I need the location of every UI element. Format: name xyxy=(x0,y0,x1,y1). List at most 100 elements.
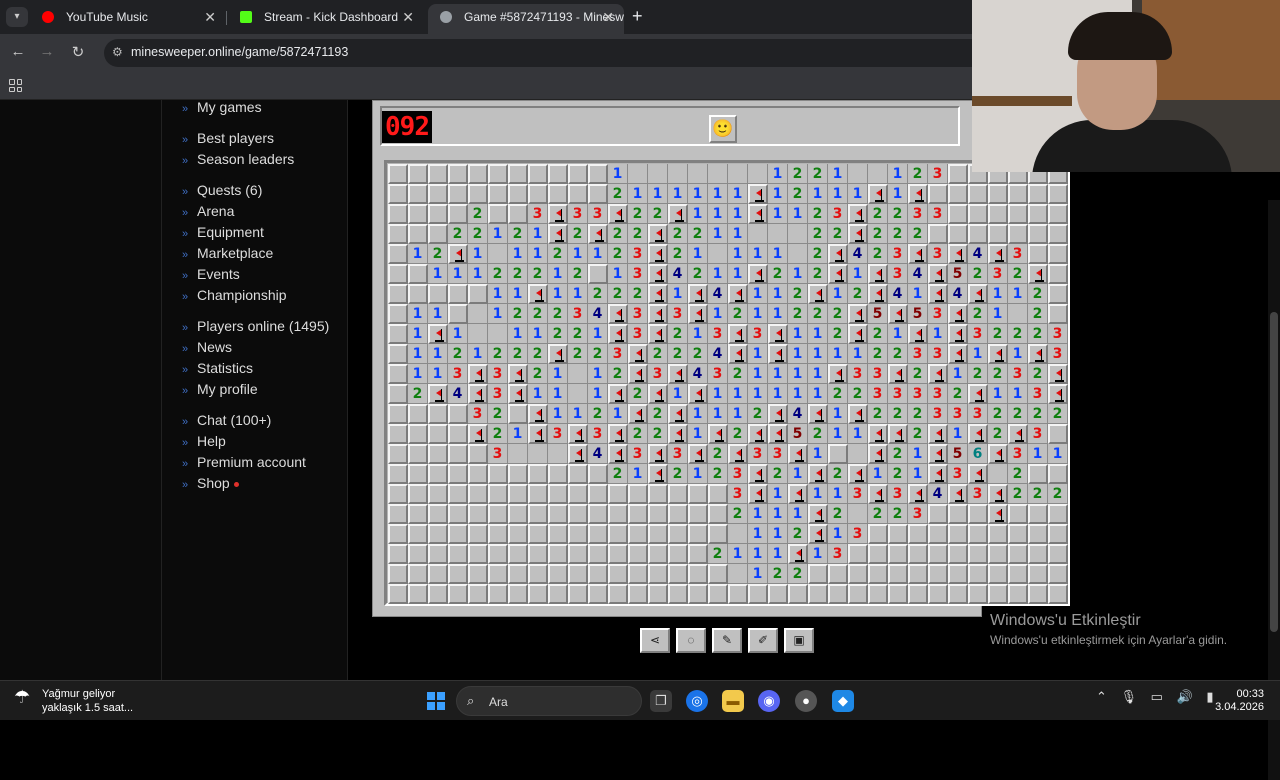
number-cell[interactable]: 1 xyxy=(728,244,748,264)
unopened-cell[interactable] xyxy=(388,364,408,384)
unopened-cell[interactable] xyxy=(668,584,688,604)
smiley-reset-button[interactable]: 🙂 xyxy=(709,115,737,143)
number-cell[interactable]: 1 xyxy=(788,384,808,404)
flagged-cell[interactable] xyxy=(728,324,748,344)
number-cell[interactable]: 1 xyxy=(1048,444,1068,464)
number-cell[interactable]: 1 xyxy=(528,324,548,344)
number-cell[interactable]: 1 xyxy=(588,244,608,264)
number-cell[interactable]: 3 xyxy=(988,264,1008,284)
number-cell[interactable]: 1 xyxy=(848,344,868,364)
unopened-cell[interactable] xyxy=(1048,304,1068,324)
number-cell[interactable]: 1 xyxy=(688,184,708,204)
flagged-cell[interactable] xyxy=(948,244,968,264)
obs-icon[interactable]: ● xyxy=(795,690,817,712)
number-cell[interactable]: 2 xyxy=(848,284,868,304)
empty-cell[interactable] xyxy=(848,444,868,464)
number-cell[interactable]: 1 xyxy=(728,264,748,284)
unopened-cell[interactable] xyxy=(508,484,528,504)
unopened-cell[interactable] xyxy=(1048,284,1068,304)
unopened-cell[interactable] xyxy=(408,164,428,184)
number-cell[interactable]: 1 xyxy=(768,364,788,384)
number-cell[interactable]: 1 xyxy=(668,184,688,204)
unopened-cell[interactable] xyxy=(1048,204,1068,224)
number-cell[interactable]: 2 xyxy=(608,184,628,204)
number-cell[interactable]: 2 xyxy=(828,224,848,244)
flagged-cell[interactable] xyxy=(428,384,448,404)
number-cell[interactable]: 1 xyxy=(748,524,768,544)
unopened-cell[interactable] xyxy=(668,504,688,524)
flagged-cell[interactable] xyxy=(808,504,828,524)
unopened-cell[interactable] xyxy=(948,524,968,544)
number-cell[interactable]: 1 xyxy=(748,564,768,584)
number-cell[interactable]: 1 xyxy=(668,384,688,404)
number-cell[interactable]: 1 xyxy=(748,544,768,564)
number-cell[interactable]: 3 xyxy=(908,504,928,524)
unopened-cell[interactable] xyxy=(988,204,1008,224)
number-cell[interactable]: 2 xyxy=(608,224,628,244)
flagged-cell[interactable] xyxy=(448,244,468,264)
unopened-cell[interactable] xyxy=(448,404,468,424)
unopened-cell[interactable] xyxy=(688,584,708,604)
empty-cell[interactable] xyxy=(488,324,508,344)
unopened-cell[interactable] xyxy=(388,244,408,264)
empty-cell[interactable] xyxy=(568,364,588,384)
unopened-cell[interactable] xyxy=(608,564,628,584)
number-cell[interactable]: 1 xyxy=(748,244,768,264)
unopened-cell[interactable] xyxy=(548,484,568,504)
flagged-cell[interactable] xyxy=(948,484,968,504)
number-cell[interactable]: 1 xyxy=(688,244,708,264)
unopened-cell[interactable] xyxy=(608,524,628,544)
unopened-cell[interactable] xyxy=(588,504,608,524)
number-cell[interactable]: 1 xyxy=(428,344,448,364)
number-cell[interactable]: 2 xyxy=(648,204,668,224)
unopened-cell[interactable] xyxy=(948,164,968,184)
number-cell[interactable]: 1 xyxy=(548,404,568,424)
number-cell[interactable]: 3 xyxy=(928,344,948,364)
number-cell[interactable]: 1 xyxy=(928,324,948,344)
number-cell[interactable]: 3 xyxy=(748,324,768,344)
number-cell[interactable]: 1 xyxy=(828,524,848,544)
number-cell[interactable]: 3 xyxy=(888,244,908,264)
number-cell[interactable]: 1 xyxy=(828,284,848,304)
number-cell[interactable]: 1 xyxy=(828,484,848,504)
flagged-cell[interactable] xyxy=(908,244,928,264)
unopened-cell[interactable] xyxy=(448,204,468,224)
unopened-cell[interactable] xyxy=(668,564,688,584)
scrollbar-thumb[interactable] xyxy=(1270,312,1278,632)
sidebar-item-quests[interactable]: » Quests (6) xyxy=(182,180,329,201)
empty-cell[interactable] xyxy=(848,504,868,524)
unopened-cell[interactable] xyxy=(1008,564,1028,584)
number-cell[interactable]: 3 xyxy=(968,404,988,424)
unopened-cell[interactable] xyxy=(528,524,548,544)
unopened-cell[interactable] xyxy=(408,404,428,424)
unopened-cell[interactable] xyxy=(428,464,448,484)
number-cell[interactable]: 1 xyxy=(708,304,728,324)
number-cell[interactable]: 2 xyxy=(888,444,908,464)
number-cell[interactable]: 2 xyxy=(828,384,848,404)
unopened-cell[interactable] xyxy=(968,204,988,224)
unopened-cell[interactable] xyxy=(568,524,588,544)
number-cell[interactable]: 1 xyxy=(488,304,508,324)
unopened-cell[interactable] xyxy=(708,504,728,524)
number-cell[interactable]: 1 xyxy=(728,404,748,424)
unopened-cell[interactable] xyxy=(948,184,968,204)
unopened-cell[interactable] xyxy=(928,584,948,604)
unopened-cell[interactable] xyxy=(508,464,528,484)
unopened-cell[interactable] xyxy=(628,584,648,604)
number-cell[interactable]: 1 xyxy=(848,184,868,204)
unopened-cell[interactable] xyxy=(988,184,1008,204)
flagged-cell[interactable] xyxy=(748,204,768,224)
number-cell[interactable]: 2 xyxy=(528,264,548,284)
number-cell[interactable]: 2 xyxy=(1048,484,1068,504)
flagged-cell[interactable] xyxy=(428,324,448,344)
unopened-cell[interactable] xyxy=(568,564,588,584)
flagged-cell[interactable] xyxy=(968,464,988,484)
number-cell[interactable]: 2 xyxy=(708,464,728,484)
unopened-cell[interactable] xyxy=(448,484,468,504)
number-cell[interactable]: 2 xyxy=(808,244,828,264)
number-cell[interactable]: 1 xyxy=(688,324,708,344)
number-cell[interactable]: 1 xyxy=(408,344,428,364)
flagged-cell[interactable] xyxy=(1028,264,1048,284)
number-cell[interactable]: 3 xyxy=(748,444,768,464)
number-cell[interactable]: 2 xyxy=(888,504,908,524)
